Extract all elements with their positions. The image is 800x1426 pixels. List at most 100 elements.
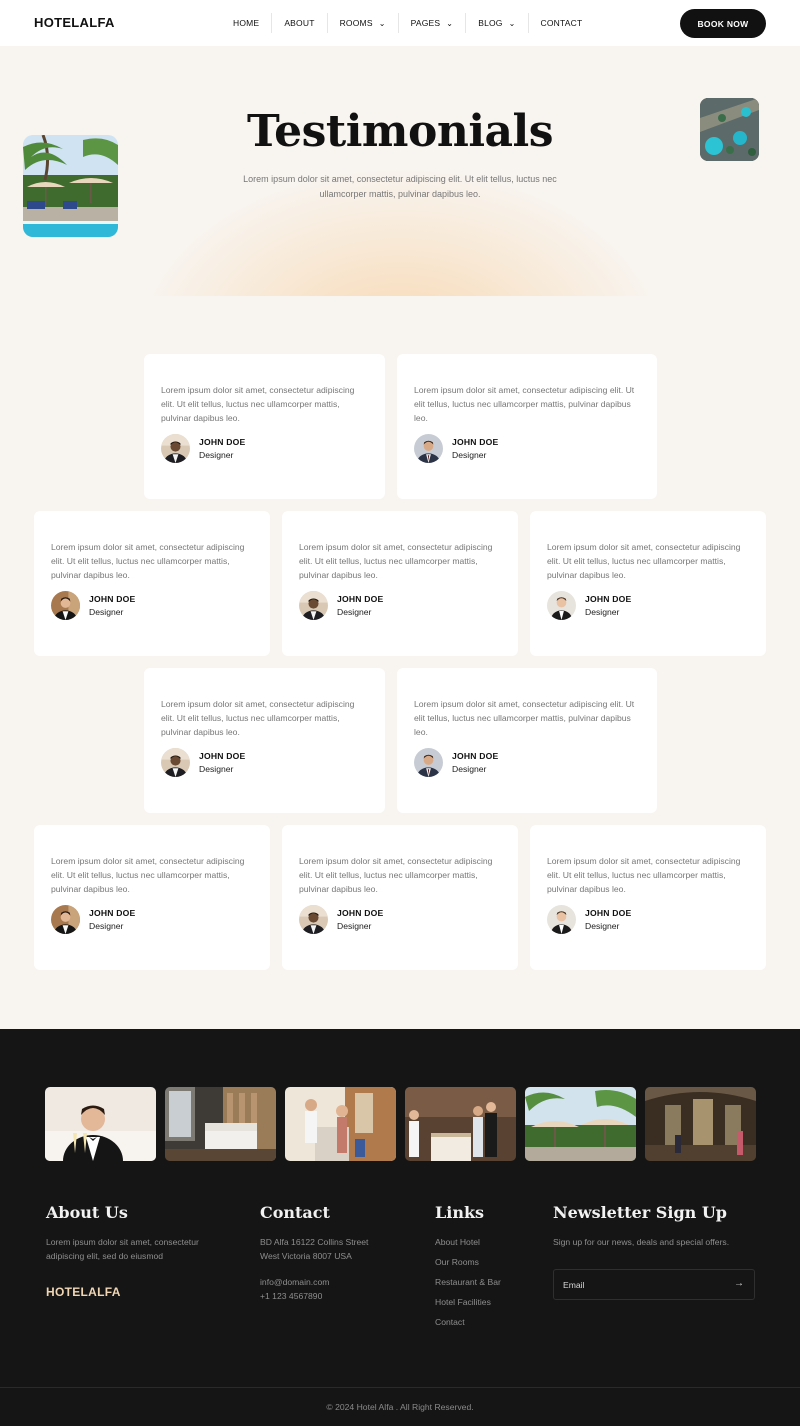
email-placeholder: Email <box>563 1280 585 1290</box>
testimonial-text: Lorem ipsum dolor sit amet, consectetur … <box>299 856 493 894</box>
testimonial-author: JOHN DOE Designer <box>161 434 368 463</box>
site-logo[interactable]: HOTELALFA <box>34 15 115 30</box>
testimonial-text: Lorem ipsum dolor sit amet, consectetur … <box>161 385 355 423</box>
gallery-image-hall[interactable] <box>645 1087 756 1161</box>
footer-link-restaurant-bar[interactable]: Restaurant & Bar <box>435 1276 501 1296</box>
newsletter-email-input[interactable]: Email → <box>553 1269 755 1300</box>
nav-blog[interactable]: BLOG ⌄ <box>465 13 527 33</box>
footer-link-our-rooms[interactable]: Our Rooms <box>435 1256 501 1276</box>
author-role: Designer <box>199 450 234 460</box>
gallery-image-bedroom[interactable] <box>165 1087 276 1161</box>
gallery-image-waiter[interactable] <box>45 1087 156 1161</box>
author-role: Designer <box>585 921 620 931</box>
footer-link-contact[interactable]: Contact <box>435 1316 501 1336</box>
author-role: Designer <box>89 921 124 931</box>
testimonial-card: Lorem ipsum dolor sit amet, consectetur … <box>530 825 766 970</box>
footer-address-line2: West Victoria 8007 USA <box>260 1251 352 1261</box>
testimonial-author: JOHN DOE Designer <box>51 591 253 620</box>
page-subtitle: Lorem ipsum dolor sit amet, consectetur … <box>243 174 557 199</box>
chevron-down-icon: ⌄ <box>508 18 516 28</box>
author-name: JOHN DOE <box>585 594 632 604</box>
footer-links-list: About Hotel Our Rooms Restaurant & Bar H… <box>435 1236 501 1336</box>
site-footer: About Us Lorem ipsum dolor sit amet, con… <box>0 1029 800 1426</box>
avatar <box>51 905 80 934</box>
author-name: JOHN DOE <box>199 751 246 761</box>
testimonial-author: JOHN DOE Designer <box>299 905 501 934</box>
footer-address-line1: BD Alfa 16122 Collins Street <box>260 1237 369 1247</box>
testimonial-author: JOHN DOE Designer <box>547 591 749 620</box>
footer-email-link[interactable]: info@domain.com <box>260 1275 329 1289</box>
testimonial-text: Lorem ipsum dolor sit amet, consectetur … <box>161 699 355 737</box>
nav-contact-label: CONTACT <box>540 18 583 28</box>
gallery-image-poolside[interactable] <box>525 1087 636 1161</box>
testimonial-text: Lorem ipsum dolor sit amet, consectetur … <box>299 542 493 580</box>
footer-gallery <box>45 1087 756 1161</box>
testimonial-text: Lorem ipsum dolor sit amet, consectetur … <box>547 856 741 894</box>
author-name: JOHN DOE <box>89 594 136 604</box>
arrow-right-icon[interactable]: → <box>734 1278 744 1289</box>
nav-contact[interactable]: CONTACT <box>527 13 595 33</box>
testimonial-text: Lorem ipsum dolor sit amet, consectetur … <box>547 542 741 580</box>
chevron-down-icon: ⌄ <box>378 18 386 28</box>
nav-pages[interactable]: PAGES ⌄ <box>397 13 466 33</box>
testimonial-author: JOHN DOE Designer <box>161 748 368 777</box>
avatar <box>161 748 190 777</box>
footer-links-heading: Links <box>435 1203 485 1222</box>
testimonial-card: Lorem ipsum dolor sit amet, consectetur … <box>397 354 657 499</box>
avatar <box>414 748 443 777</box>
testimonial-text: Lorem ipsum dolor sit amet, consectetur … <box>51 856 245 894</box>
nav-about-label: ABOUT <box>284 18 315 28</box>
nav-rooms[interactable]: ROOMS ⌄ <box>326 13 398 33</box>
nav-pages-label: PAGES <box>410 18 441 28</box>
chevron-down-icon: ⌄ <box>446 18 454 28</box>
nav-home-label: HOME <box>233 18 260 28</box>
author-name: JOHN DOE <box>89 908 136 918</box>
author-role: Designer <box>199 764 234 774</box>
footer-contact-heading: Contact <box>260 1203 330 1222</box>
avatar <box>299 591 328 620</box>
author-role: Designer <box>337 607 372 617</box>
author-role: Designer <box>452 450 487 460</box>
avatar <box>299 905 328 934</box>
author-role: Designer <box>452 764 487 774</box>
nav-rooms-label: ROOMS <box>339 18 373 28</box>
testimonial-author: JOHN DOE Designer <box>51 905 253 934</box>
footer-link-hotel-facilities[interactable]: Hotel Facilities <box>435 1296 501 1316</box>
testimonial-card: Lorem ipsum dolor sit amet, consectetur … <box>530 511 766 656</box>
author-name: JOHN DOE <box>337 908 384 918</box>
author-name: JOHN DOE <box>199 437 246 447</box>
footer-link-about-hotel[interactable]: About Hotel <box>435 1236 501 1256</box>
avatar <box>51 591 80 620</box>
avatar <box>547 905 576 934</box>
nav-blog-label: BLOG <box>478 18 503 28</box>
testimonial-card: Lorem ipsum dolor sit amet, consectetur … <box>397 668 657 813</box>
author-role: Designer <box>585 607 620 617</box>
testimonial-author: JOHN DOE Designer <box>299 591 501 620</box>
author-name: JOHN DOE <box>337 594 384 604</box>
testimonial-author: JOHN DOE Designer <box>547 905 749 934</box>
main-nav: HOME ABOUT ROOMS ⌄ PAGES ⌄ BLOG ⌄ CONTAC… <box>221 13 594 33</box>
testimonial-card: Lorem ipsum dolor sit amet, consectetur … <box>282 511 518 656</box>
author-name: JOHN DOE <box>585 908 632 918</box>
footer-logo[interactable]: HOTELALFA <box>46 1285 121 1299</box>
footer-phone-link[interactable]: +1 123 4567890 <box>260 1289 322 1303</box>
nav-home[interactable]: HOME <box>221 13 271 33</box>
gallery-image-reception[interactable] <box>285 1087 396 1161</box>
footer-divider <box>0 1387 800 1388</box>
testimonial-card: Lorem ipsum dolor sit amet, consectetur … <box>34 511 270 656</box>
copyright-text: © 2024 Hotel Alfa . All Right Reserved. <box>326 1402 474 1412</box>
avatar <box>414 434 443 463</box>
author-role: Designer <box>337 921 372 931</box>
nav-about[interactable]: ABOUT <box>271 13 326 33</box>
testimonial-card: Lorem ipsum dolor sit amet, consectetur … <box>144 668 385 813</box>
author-role: Designer <box>89 607 124 617</box>
testimonial-text: Lorem ipsum dolor sit amet, consectetur … <box>414 699 635 737</box>
author-name: JOHN DOE <box>452 751 499 761</box>
footer-about-heading: About Us <box>46 1203 128 1222</box>
gallery-image-lobby-staff[interactable] <box>405 1087 516 1161</box>
testimonial-author: JOHN DOE Designer <box>414 748 640 777</box>
book-now-button[interactable]: BOOK NOW <box>680 9 766 38</box>
footer-about-text: Lorem ipsum dolor sit amet, consectetur … <box>46 1237 199 1261</box>
page-title: Testimonials <box>246 106 554 157</box>
footer-newsletter-heading: Newsletter Sign Up <box>553 1203 727 1222</box>
